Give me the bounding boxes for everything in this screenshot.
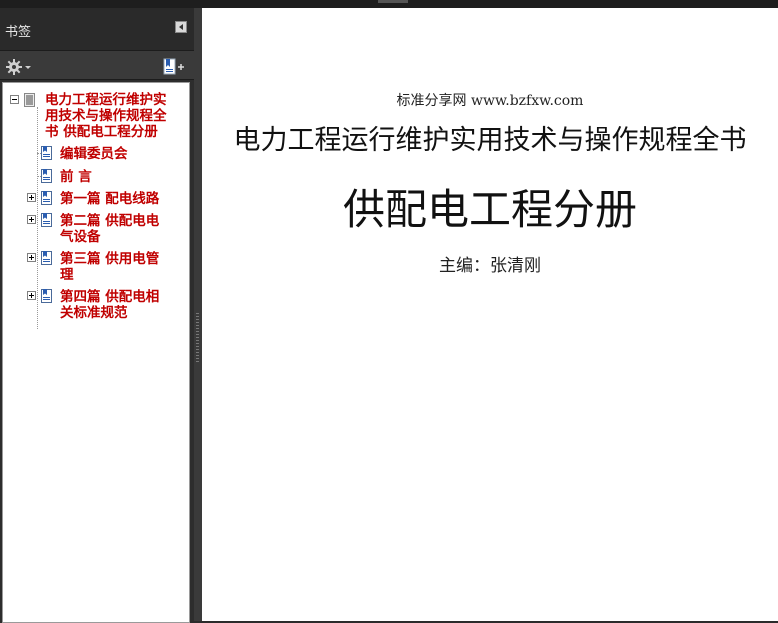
new-bookmark-icon[interactable] bbox=[163, 58, 185, 76]
bookmark-icon bbox=[41, 146, 52, 160]
panel-title: 书签 bbox=[5, 25, 32, 40]
bookmark-tree: 电力工程运行维护实 用技术与操作规程全 书 供配电工程分册 编辑委员会 前 言 … bbox=[2, 82, 190, 623]
bookmark-label[interactable]: 电力工程运行维护实 用技术与操作规程全 书 供配电工程分册 bbox=[45, 92, 167, 140]
bookmark-label[interactable]: 编辑委员会 bbox=[60, 146, 128, 162]
collapse-toggle[interactable] bbox=[10, 95, 19, 104]
bookmark-icon bbox=[41, 213, 52, 227]
bookmark-label[interactable]: 第三篇 供用电管 理 bbox=[60, 251, 159, 283]
document-editor: 主编：张清刚 bbox=[439, 256, 541, 276]
bookmark-icon bbox=[41, 289, 52, 303]
document-subtitle: 供配电工程分册 bbox=[342, 185, 637, 234]
expand-toggle[interactable] bbox=[27, 215, 36, 224]
expand-toggle[interactable] bbox=[27, 291, 36, 300]
site-watermark-text: 标准分享网 www.bzfxw.com bbox=[396, 93, 584, 109]
splitter-grip[interactable] bbox=[196, 313, 199, 363]
expand-toggle[interactable] bbox=[27, 193, 36, 202]
panel-splitter[interactable] bbox=[194, 8, 202, 621]
panel-header: 书签 bbox=[0, 8, 194, 51]
gear-options-icon[interactable] bbox=[6, 58, 32, 76]
expand-toggle[interactable] bbox=[27, 253, 36, 262]
document-title: 电力工程运行维护实用技术与操作规程全书 bbox=[233, 125, 747, 156]
bookmark-icon bbox=[24, 93, 35, 107]
bookmark-icon bbox=[41, 169, 52, 183]
bookmark-label[interactable]: 前 言 bbox=[60, 169, 92, 185]
bookmark-label[interactable]: 第四篇 供配电相 关标准规范 bbox=[60, 289, 159, 321]
bookmark-label[interactable]: 第二篇 供配电电 气设备 bbox=[60, 213, 159, 245]
bookmarks-panel: 书签 电力工程运行维护实 用技术与操作规程全 书 供配电工程分册 编辑委员会 前… bbox=[0, 8, 194, 623]
bookmark-label[interactable]: 第一篇 配电线路 bbox=[60, 191, 159, 207]
bookmark-icon bbox=[41, 251, 52, 265]
bookmark-icon bbox=[41, 191, 52, 205]
resize-grip[interactable] bbox=[378, 0, 408, 3]
collapse-panel-button[interactable] bbox=[175, 21, 187, 33]
document-page[interactable]: 标准分享网 www.bzfxw.com 电力工程运行维护实用技术与操作规程全书 … bbox=[202, 8, 778, 621]
